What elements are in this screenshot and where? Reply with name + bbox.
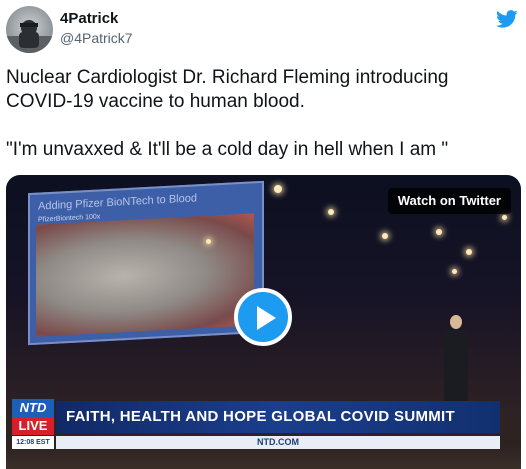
- play-button[interactable]: [234, 288, 292, 346]
- news-lower-third: NTD LIVE 12:08 EST FAITH, HEALTH AND HOP…: [12, 399, 502, 457]
- speaker-figure: [442, 315, 470, 401]
- avatar-image: [6, 20, 53, 53]
- author-handle[interactable]: @4Patrick7: [60, 30, 133, 46]
- presentation-screen: Adding Pfizer BioNTech to Blood PfizerBi…: [28, 180, 264, 346]
- slide-title: Adding Pfizer BioNTech to Blood: [38, 192, 197, 213]
- tweet-card: 4Patrick @4Patrick7 Nuclear Cardiologist…: [0, 0, 526, 469]
- speaker-body: [444, 329, 468, 401]
- speaker-head: [450, 315, 462, 329]
- channel-url: NTD.COM: [56, 436, 500, 449]
- stage-light: [466, 249, 472, 255]
- play-icon: [257, 306, 276, 330]
- stage-light: [436, 229, 442, 235]
- slide-image: [36, 213, 254, 337]
- avatar[interactable]: [6, 6, 53, 53]
- stage-light: [206, 239, 211, 244]
- live-badge: LIVE: [12, 417, 54, 435]
- watch-on-twitter-button[interactable]: Watch on Twitter: [387, 188, 511, 214]
- stage-light: [274, 185, 282, 193]
- broadcast-time: 12:08 EST: [12, 436, 54, 449]
- tweet-text: Nuclear Cardiologist Dr. Richard Fleming…: [6, 66, 516, 186]
- stage-light: [382, 233, 388, 239]
- twitter-bird-icon[interactable]: [496, 8, 518, 30]
- stage-light: [328, 209, 334, 215]
- news-headline: FAITH, HEALTH AND HOPE GLOBAL COVID SUMM…: [56, 401, 500, 433]
- channel-logo: NTD: [12, 399, 54, 417]
- stage-light: [452, 269, 457, 274]
- tweet-paragraph: "I'm unvaxxed & It'll be a cold day in h…: [6, 139, 449, 160]
- author-name[interactable]: 4Patrick: [60, 10, 118, 27]
- video-player[interactable]: Adding Pfizer BioNTech to Blood PfizerBi…: [6, 175, 521, 469]
- tweet-paragraph: Nuclear Cardiologist Dr. Richard Fleming…: [6, 67, 449, 112]
- stage-light: [502, 215, 507, 220]
